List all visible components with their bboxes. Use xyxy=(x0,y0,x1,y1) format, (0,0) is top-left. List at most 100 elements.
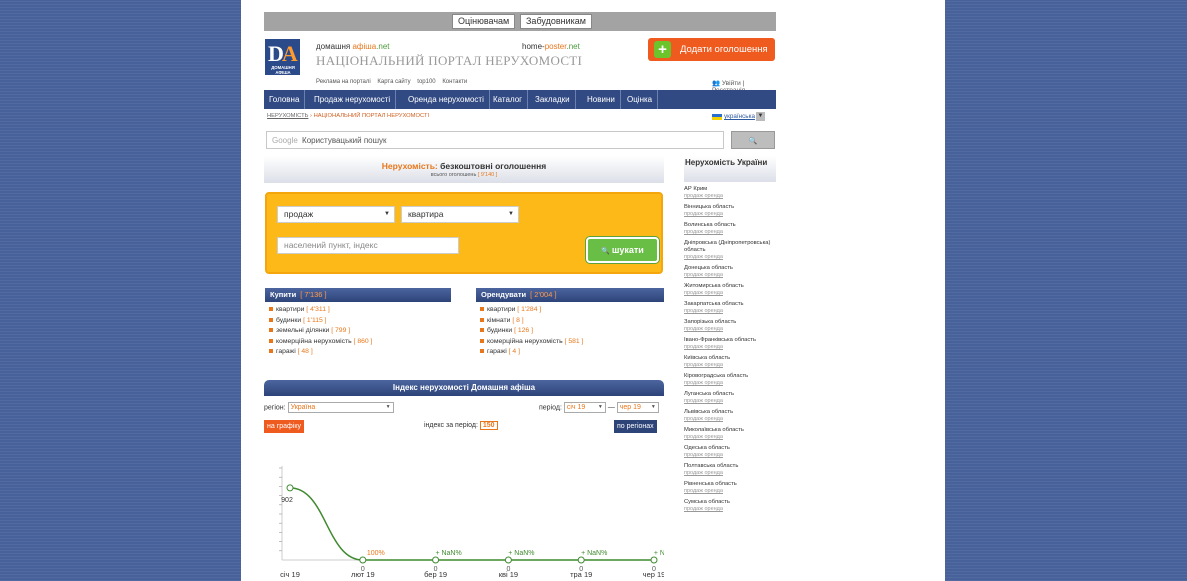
region-sale-link[interactable]: продаж xyxy=(684,470,703,476)
chart-point xyxy=(286,484,294,492)
nav-bookmarks[interactable]: Закладки xyxy=(530,90,576,109)
add-listing-button[interactable]: + Додати оголошення xyxy=(648,38,775,61)
buy-header[interactable]: Купити[ 7'136 ] xyxy=(265,288,451,302)
region-sale-link[interactable]: продаж xyxy=(684,272,703,278)
list-item[interactable]: гаражі [ 48 ] xyxy=(269,347,372,358)
region-sale-link[interactable]: продаж xyxy=(684,344,703,350)
chart-data-label: + NaN% xyxy=(508,550,534,557)
chart-x-tick-label: кві 19 xyxy=(499,570,518,579)
period-from-select[interactable]: січ 19 ▼ xyxy=(563,402,606,413)
sublink-advertising[interactable]: Реклама на порталі xyxy=(316,79,371,85)
right-background-panel xyxy=(945,0,1187,581)
region-rent-link[interactable]: оренда xyxy=(704,290,722,296)
region-sale-link[interactable]: продаж xyxy=(684,452,703,458)
period-to-select[interactable]: чер 19 ▼ xyxy=(616,402,659,413)
region-item: Запорізька область продаж оренда xyxy=(684,319,776,333)
topbar-link-developers[interactable]: Забудовникам xyxy=(520,14,592,29)
region-sale-link[interactable]: продаж xyxy=(684,380,703,386)
region-item: Полтавська область продаж оренда xyxy=(684,463,776,477)
site-logo[interactable]: DA ДОМАШНЯ АФІША xyxy=(265,39,300,75)
region-rent-link[interactable]: оренда xyxy=(704,308,722,314)
region-rent-link[interactable]: оренда xyxy=(704,362,722,368)
by-regions-button[interactable]: по регіонах xyxy=(614,420,657,433)
region-name: Луганська область xyxy=(684,391,735,397)
index-chart: 902січ 19100%0лют 19+ NaN%0бер 19+ NaN%0… xyxy=(279,466,664,579)
region-sale-link[interactable]: продаж xyxy=(684,326,703,332)
buy-list: квартири [ 4'311 ] будинки [ 1'115 ] зем… xyxy=(269,305,372,358)
nav-home[interactable]: Головна xyxy=(264,90,306,109)
region-rent-link[interactable]: оренда xyxy=(704,416,722,422)
list-item[interactable]: будинки [ 1'115 ] xyxy=(269,316,372,327)
region-sale-link[interactable]: продаж xyxy=(684,434,703,440)
topbar-link-appraisers[interactable]: Оцінювачам xyxy=(452,14,516,29)
region-rent-link[interactable]: оренда xyxy=(704,434,722,440)
on-graph-button[interactable]: на графіку xyxy=(264,420,304,433)
region-sale-link[interactable]: продаж xyxy=(684,229,703,235)
region-name: Кіровоградська область xyxy=(684,373,749,379)
region-sale-link[interactable]: продаж xyxy=(684,254,703,260)
region-sale-link[interactable]: продаж xyxy=(684,506,703,512)
index-value-row: індекс за період: 150 xyxy=(424,421,498,430)
deal-type-select[interactable]: продаж ▼ xyxy=(277,206,395,223)
region-rent-link[interactable]: оренда xyxy=(704,398,722,404)
region-rent-link[interactable]: оренда xyxy=(704,488,722,494)
region-rent-link[interactable]: оренда xyxy=(704,470,722,476)
find-button[interactable]: 🔍 шукати xyxy=(586,237,659,263)
nav-catalog[interactable]: Каталог xyxy=(488,90,529,109)
region-name: АР Крим xyxy=(684,186,708,192)
region-item: Вінницька область продаж оренда xyxy=(684,204,776,218)
nav-sale[interactable]: Продаж нерухомості xyxy=(309,90,397,109)
region-name: Одеська область xyxy=(684,445,730,451)
region-sale-link[interactable]: продаж xyxy=(684,211,703,217)
list-item[interactable]: квартири [ 1'284 ] xyxy=(480,305,583,316)
region-item: Дніпровська (Дніпропетровська) область пр… xyxy=(684,240,776,261)
list-item[interactable]: земельні ділянки [ 799 ] xyxy=(269,326,372,337)
sublink-top100[interactable]: top100 xyxy=(417,79,435,85)
nav-appraisal[interactable]: Оцінка xyxy=(622,90,659,109)
list-item[interactable]: гаражі [ 4 ] xyxy=(480,347,583,358)
rent-header[interactable]: Орендувати[ 2'004 ] xyxy=(476,288,664,302)
list-item[interactable]: квартири [ 4'311 ] xyxy=(269,305,372,316)
search-form: продаж ▼ квартира ▼ населений пункт, індек… xyxy=(265,192,663,274)
region-rent-link[interactable]: оренда xyxy=(704,193,722,199)
brand-home-poster[interactable]: home-poster.net xyxy=(522,42,580,51)
login-link[interactable]: Увійти xyxy=(722,80,741,87)
search-button[interactable]: 🔍 xyxy=(731,131,775,149)
nav-rent[interactable]: Оренда нерухомості xyxy=(403,90,490,109)
region-rent-link[interactable]: оренда xyxy=(704,254,722,260)
brand-domashnya[interactable]: домашня афіша.net xyxy=(316,42,390,51)
region-rent-link[interactable]: оренда xyxy=(704,380,722,386)
sublink-contacts[interactable]: Контакти xyxy=(442,79,467,85)
period-row: період: січ 19 ▼ — чер 19 ▼ xyxy=(539,402,659,413)
region-sale-link[interactable]: продаж xyxy=(684,398,703,404)
region-select[interactable]: Україна ▼ xyxy=(287,402,394,413)
region-sale-link[interactable]: продаж xyxy=(684,416,703,422)
list-item[interactable]: кімнати [ 8 ] xyxy=(480,316,583,327)
region-sale-link[interactable]: продаж xyxy=(684,193,703,199)
sublink-sitemap[interactable]: Карта сайту xyxy=(377,79,410,85)
language-selector[interactable]: українська ▼ xyxy=(712,112,765,121)
nav-news[interactable]: Новини xyxy=(582,90,621,109)
region-sale-link[interactable]: продаж xyxy=(684,290,703,296)
region-sale-link[interactable]: продаж xyxy=(684,488,703,494)
region-sale-link[interactable]: продаж xyxy=(684,308,703,314)
list-item[interactable]: комерційна нерухомість [ 581 ] xyxy=(480,337,583,348)
region-item: Житомирська область продаж оренда xyxy=(684,283,776,297)
breadcrumb-current: НАЦІОНАЛЬНИЙ ПОРТАЛ НЕРУХОМОСТІ xyxy=(313,113,430,119)
region-sale-link[interactable]: продаж xyxy=(684,362,703,368)
region-rent-link[interactable]: оренда xyxy=(704,229,722,235)
breadcrumb-root[interactable]: НЕРУХОМІСТЬ xyxy=(267,113,308,119)
property-type-select[interactable]: квартира ▼ xyxy=(401,206,519,223)
list-item[interactable]: будинки [ 126 ] xyxy=(480,326,583,337)
region-rent-link[interactable]: оренда xyxy=(704,326,722,332)
region-rent-link[interactable]: оренда xyxy=(704,452,722,458)
region-rent-link[interactable]: оренда xyxy=(704,506,722,512)
list-item[interactable]: комерційна нерухомість [ 860 ] xyxy=(269,337,372,348)
search-input[interactable]: Google Користувацький пошук xyxy=(266,131,724,149)
chevron-down-icon: ▼ xyxy=(755,112,765,121)
region-rent-link[interactable]: оренда xyxy=(704,211,722,217)
search-icon: 🔍 xyxy=(748,138,758,145)
region-rent-link[interactable]: оренда xyxy=(704,272,722,278)
region-rent-link[interactable]: оренда xyxy=(704,344,722,350)
location-input[interactable]: населений пункт, індекс xyxy=(277,237,459,254)
